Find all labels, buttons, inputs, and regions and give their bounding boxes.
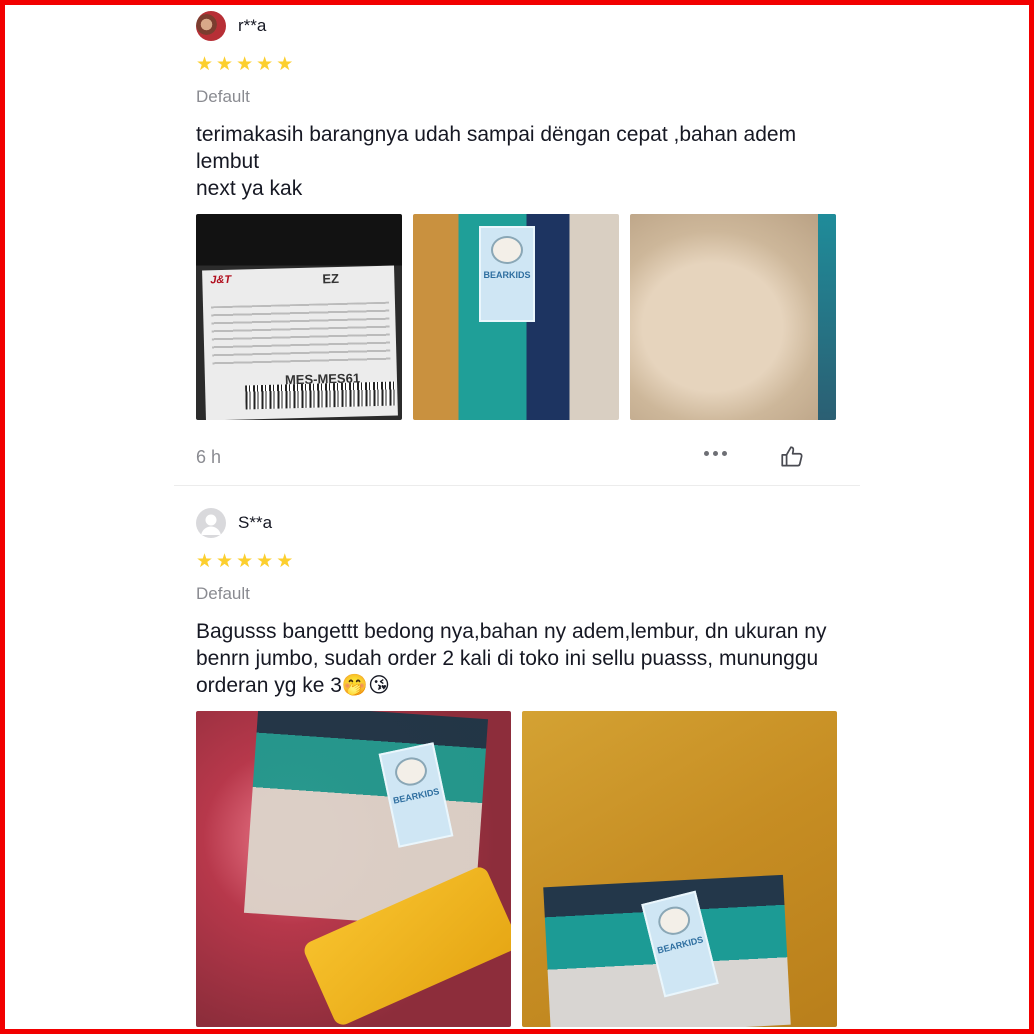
tag-brand-text: BEARKIDS <box>392 786 441 806</box>
review-header: r**a <box>196 10 838 42</box>
tag-brand-text: BEARKIDS <box>656 934 705 956</box>
star-icon: ★ <box>196 54 214 75</box>
label-address-lines <box>211 301 391 367</box>
star-icon: ★ <box>196 551 214 572</box>
product-tag: BEARKIDS <box>479 226 535 322</box>
barcode <box>245 381 396 410</box>
star-icon: ★ <box>256 551 274 572</box>
user-avatar-icon <box>201 514 221 535</box>
star-icon: ★ <box>276 54 294 75</box>
variant-label: Default <box>196 87 250 106</box>
avatar[interactable] <box>196 11 226 41</box>
label-code: EZ <box>322 270 340 287</box>
review-photos: J&T EZ MES-MES61 BEARKIDS <box>196 214 838 420</box>
username[interactable]: r**a <box>238 16 266 36</box>
star-icon: ★ <box>256 54 274 75</box>
star-icon: ★ <box>216 551 234 572</box>
more-options-icon[interactable] <box>704 451 727 456</box>
review-meta: 6 h <box>196 444 838 470</box>
timestamp: 6 h <box>196 446 222 467</box>
review-photo-bundled-swaddles[interactable]: BEARKIDS <box>196 711 511 1027</box>
bear-logo-icon <box>655 903 694 939</box>
shipping-label-sticker: J&T EZ MES-MES61 <box>202 265 398 420</box>
review-text: terimakasih barangnya udah sampai dëngan… <box>196 123 797 200</box>
star-icon: ★ <box>236 551 254 572</box>
variant-label: Default <box>196 584 250 603</box>
review-photo-mustard-fabric[interactable]: BEARKIDS <box>522 711 837 1027</box>
review-photo-stacked-swaddles[interactable]: BEARKIDS <box>413 214 619 420</box>
star-rating: ★ ★ ★ ★ ★ <box>196 55 838 75</box>
review-card: r**a ★ ★ ★ ★ ★ Default terimakasih baran… <box>196 10 838 470</box>
bear-logo-icon <box>491 236 523 264</box>
review-card: S**a ★ ★ ★ ★ ★ Default Bagusss bangettt … <box>196 507 838 1027</box>
thumbs-up-icon[interactable] <box>779 444 805 470</box>
star-icon: ★ <box>216 54 234 75</box>
bear-logo-icon <box>392 754 430 789</box>
tag-brand-text: BEARKIDS <box>483 270 531 280</box>
review-photos: BEARKIDS BEARKIDS <box>196 711 838 1027</box>
star-icon: ★ <box>236 54 254 75</box>
courier-logo-text: J&T <box>210 273 232 287</box>
review-photo-beige-fabric[interactable] <box>630 214 836 420</box>
avatar[interactable] <box>196 508 226 538</box>
review-photo-shipping-label[interactable]: J&T EZ MES-MES61 <box>196 214 402 420</box>
review-text: Bagusss bangettt bedong nya,bahan ny ade… <box>196 620 827 697</box>
review-divider <box>174 485 860 486</box>
star-rating: ★ ★ ★ ★ ★ <box>196 552 838 572</box>
username[interactable]: S**a <box>238 513 272 533</box>
review-header: S**a <box>196 507 838 539</box>
star-icon: ★ <box>276 551 294 572</box>
